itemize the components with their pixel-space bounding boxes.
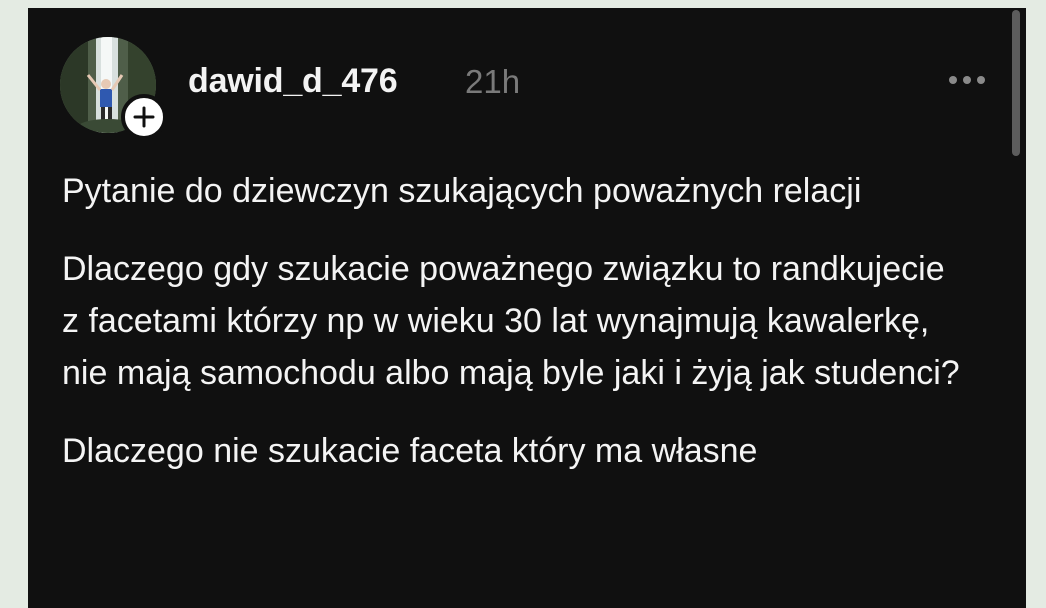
username[interactable]: dawid_d_476	[188, 62, 398, 101]
plus-icon	[133, 106, 155, 128]
post-paragraph: Dlaczego nie szukacie faceta który ma wł…	[62, 432, 758, 470]
scrollbar[interactable]	[1012, 10, 1020, 156]
post-paragraph: Dlaczego gdy szukacie poważnego związku …	[62, 250, 960, 392]
post-body: Pytanie do dziewczyn szukających poważny…	[62, 165, 962, 503]
post-paragraph: Pytanie do dziewczyn szukających poważny…	[62, 172, 862, 210]
follow-button[interactable]	[121, 94, 167, 140]
post-card: dawid_d_476 21h Pytanie do dziewczyn szu…	[28, 8, 1026, 608]
post-timestamp: 21h	[465, 63, 521, 100]
more-options-button[interactable]	[946, 68, 988, 92]
more-horizontal-icon	[949, 76, 985, 84]
